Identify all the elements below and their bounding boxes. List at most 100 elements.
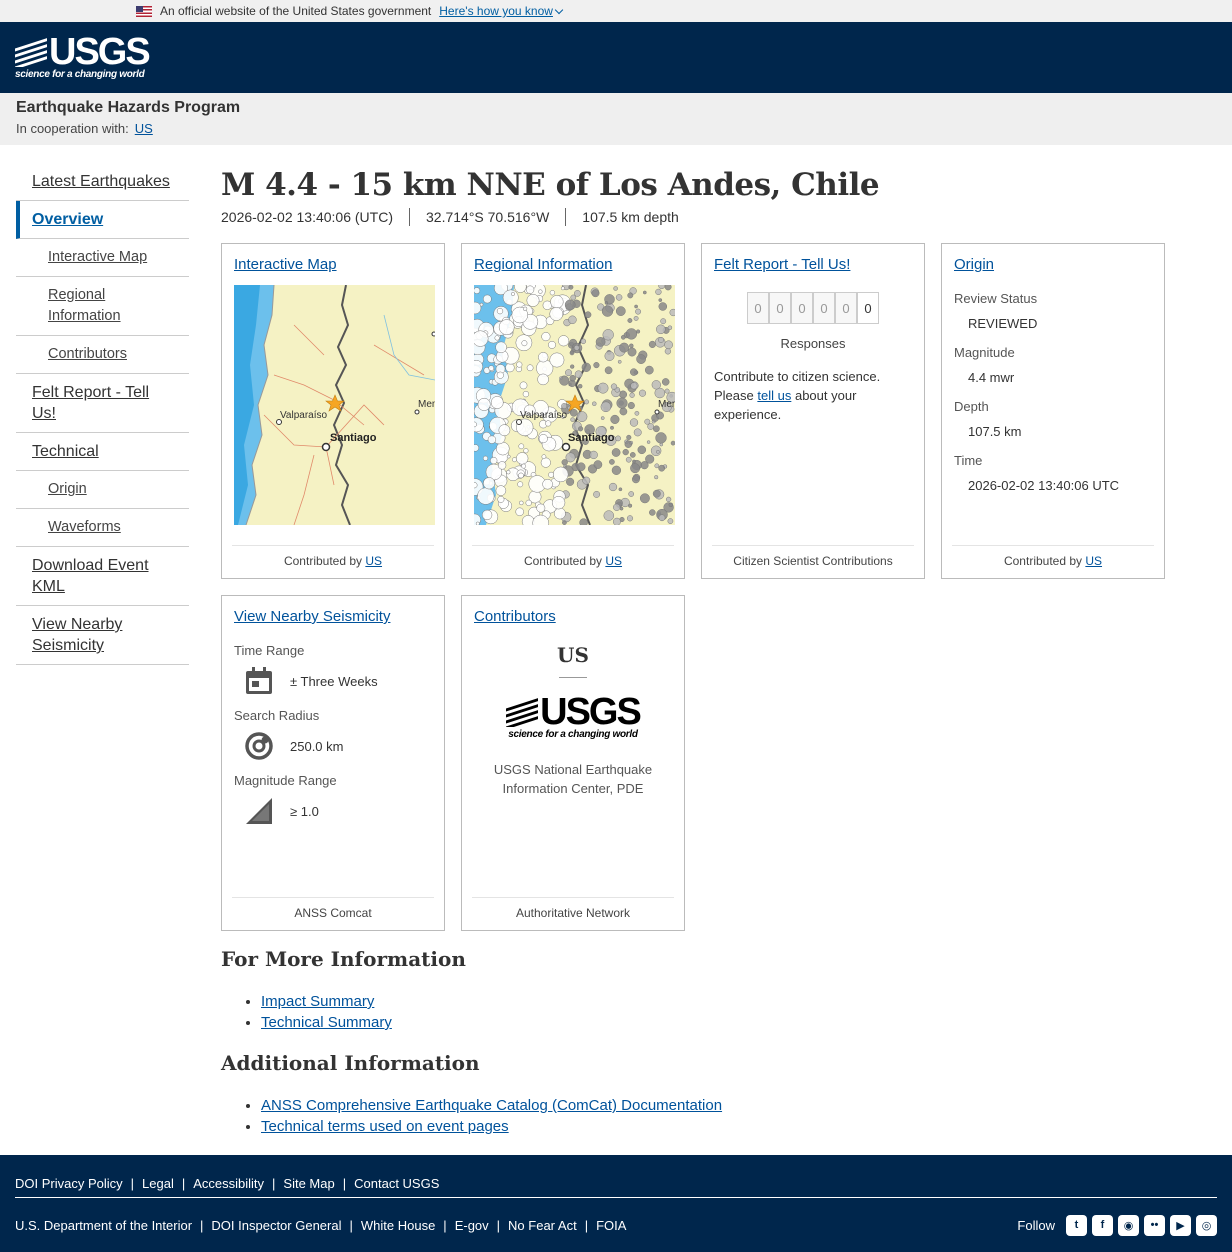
footer-link-nofear[interactable]: No Fear Act — [508, 1218, 577, 1233]
footer-link-egov[interactable]: E-gov — [455, 1218, 489, 1233]
contributed-by-link[interactable]: US — [605, 554, 622, 568]
felt-description: Contribute to citizen science. Please te… — [714, 369, 881, 422]
quake-dot — [542, 478, 553, 490]
footer-link-inspector[interactable]: DOI Inspector General — [211, 1218, 341, 1233]
youtube-icon[interactable]: ▶ — [1170, 1214, 1191, 1236]
quake-dot — [568, 285, 574, 290]
quake-dot — [669, 308, 675, 317]
view-nearby-seismicity-link[interactable]: View Nearby Seismicity — [234, 608, 390, 625]
quake-dot — [497, 461, 507, 470]
quake-dot — [665, 496, 672, 503]
nav-waveforms[interactable]: Waveforms — [16, 509, 189, 547]
map-label-valparaiso: Valparaíso — [280, 410, 328, 421]
quake-dot — [658, 336, 664, 343]
facebook-icon[interactable]: f — [1092, 1214, 1113, 1236]
contributors-link[interactable]: Contributors — [474, 608, 556, 625]
footer-link-legal[interactable]: Legal — [142, 1176, 174, 1191]
regional-information-link[interactable]: Regional Information — [474, 256, 612, 273]
usgs-logo[interactable]: USGS science for a changing world — [15, 33, 151, 80]
contributed-by-link[interactable]: US — [365, 554, 382, 568]
quake-dot — [474, 287, 481, 294]
tell-us-link[interactable]: tell us — [757, 388, 791, 403]
footer-link-contact[interactable]: Contact USGS — [354, 1176, 439, 1191]
flickr-icon[interactable]: •• — [1144, 1214, 1165, 1236]
quake-dot — [595, 337, 606, 347]
quake-dot — [616, 397, 628, 409]
quake-dot — [569, 374, 576, 382]
contributed-by-link[interactable]: US — [1085, 554, 1102, 568]
magnitude-range-value: ≥ 1.0 — [290, 803, 319, 819]
quake-dot — [660, 318, 667, 325]
nav-latest-earthquakes[interactable]: Latest Earthquakes — [16, 163, 189, 201]
quake-dot — [659, 442, 664, 447]
quake-dot — [626, 434, 632, 440]
quake-dot — [655, 288, 662, 296]
instagram-icon[interactable]: ◎ — [1196, 1214, 1217, 1236]
quake-dot — [564, 299, 576, 311]
interactive-map-link[interactable]: Interactive Map — [234, 256, 337, 273]
footer-link-privacy[interactable]: DOI Privacy Policy — [15, 1176, 123, 1191]
regional-label-men: Men — [658, 399, 675, 410]
contributor-name: USGS National Earthquake Information Cen… — [493, 762, 653, 796]
nav-overview[interactable]: Overview — [16, 201, 189, 239]
nav-origin[interactable]: Origin — [16, 471, 189, 509]
impact-summary-link[interactable]: Impact Summary — [261, 993, 374, 1010]
quake-dot — [569, 350, 575, 356]
depth-label: Depth — [954, 399, 989, 414]
quake-dot — [627, 318, 633, 323]
counter-digit: 0 — [747, 292, 769, 324]
time-range-value: ± Three Weeks — [290, 673, 378, 689]
nav-view-nearby-seismicity[interactable]: View Nearby Seismicity — [16, 606, 189, 665]
quake-dot — [505, 362, 515, 373]
quake-dot — [597, 382, 609, 394]
quake-dot — [615, 294, 623, 301]
felt-footer: Citizen Scientist Contributions — [712, 545, 914, 568]
quake-dot — [568, 315, 577, 325]
footer-link-foia[interactable]: FOIA — [596, 1218, 626, 1233]
list-item: Impact Summary — [261, 991, 1211, 1012]
quake-dot — [515, 507, 524, 517]
quake-dot — [562, 520, 567, 525]
heres-how-link[interactable]: Here's how you know — [439, 4, 564, 18]
quake-dot — [522, 306, 528, 311]
technical-summary-link[interactable]: Technical Summary — [261, 1014, 392, 1031]
coop-link[interactable]: US — [135, 121, 153, 136]
quake-dot — [617, 359, 622, 364]
counter-digit: 0 — [791, 292, 813, 324]
interactive-map-thumbnail[interactable]: Valparaíso Santiago Men — [234, 285, 435, 525]
comcat-docs-link[interactable]: ANSS Comprehensive Earthquake Catalog (C… — [261, 1097, 722, 1114]
quake-dot — [525, 499, 532, 507]
quake-dot — [667, 325, 673, 330]
quake-dot — [658, 514, 666, 522]
quake-dot — [552, 466, 569, 483]
felt-report-link[interactable]: Felt Report - Tell Us! — [714, 256, 850, 273]
quake-dot — [517, 481, 524, 488]
quake-dot — [550, 295, 564, 309]
quake-dot — [506, 454, 511, 459]
regional-map-thumbnail[interactable]: Valparaíso Santiago Men — [474, 285, 675, 525]
nav-felt-report[interactable]: Felt Report - Tell Us! — [16, 374, 189, 433]
list-item: ANSS Comprehensive Earthquake Catalog (C… — [261, 1095, 1211, 1116]
review-status-value: REVIEWED — [968, 316, 1038, 331]
quake-dot — [549, 290, 556, 296]
github-icon[interactable]: ◉ — [1118, 1214, 1139, 1236]
footer-link-sitemap[interactable]: Site Map — [283, 1176, 334, 1191]
quake-dot — [538, 434, 548, 444]
nav-regional-information[interactable]: Regional Information — [16, 277, 189, 336]
cooperation-line: In cooperation with: US — [16, 121, 153, 136]
technical-terms-link[interactable]: Technical terms used on event pages — [261, 1118, 509, 1135]
quake-dot — [664, 388, 670, 394]
nav-interactive-map[interactable]: Interactive Map — [16, 239, 189, 277]
nav-contributors[interactable]: Contributors — [16, 336, 189, 374]
event-title: M 4.4 - 15 km NNE of Los Andes, Chile — [221, 167, 880, 203]
footer-link-doi[interactable]: U.S. Department of the Interior — [15, 1218, 192, 1233]
footer-link-whitehouse[interactable]: White House — [361, 1218, 435, 1233]
quake-dot — [610, 425, 614, 430]
quake-dot — [576, 462, 586, 472]
program-title[interactable]: Earthquake Hazards Program — [16, 99, 1216, 117]
origin-link[interactable]: Origin — [954, 256, 994, 273]
twitter-icon[interactable]: t — [1066, 1214, 1087, 1236]
nav-technical[interactable]: Technical — [16, 433, 189, 471]
footer-link-accessibility[interactable]: Accessibility — [193, 1176, 264, 1191]
nav-download-kml[interactable]: Download Event KML — [16, 547, 189, 606]
